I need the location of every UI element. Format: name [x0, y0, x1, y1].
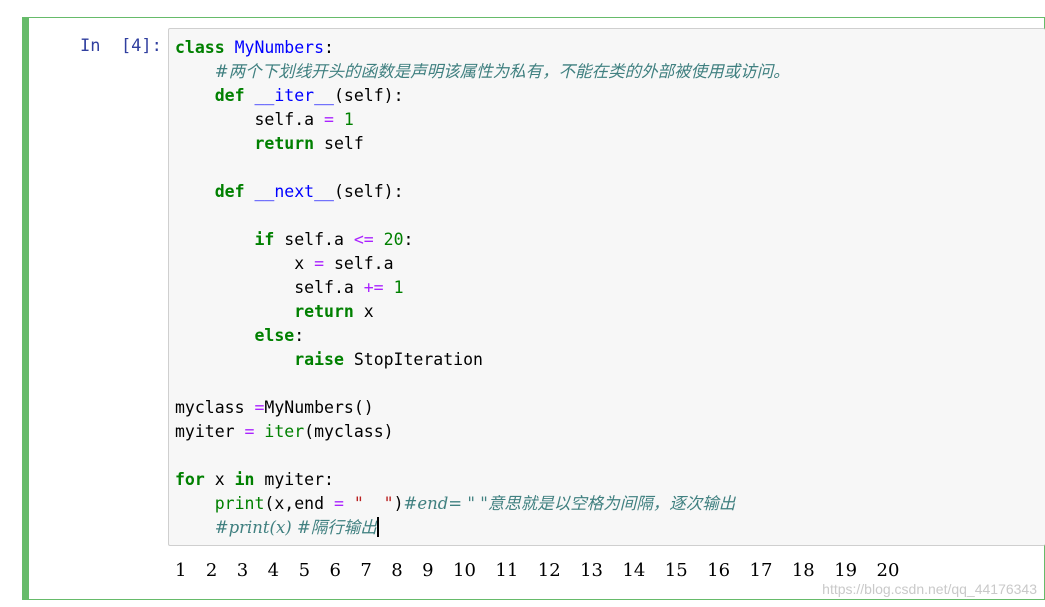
code-token: 1	[393, 278, 404, 297]
code-token: =	[314, 254, 325, 273]
code-token: " "	[353, 494, 394, 513]
code-line: myiter = iter(myclass)	[175, 420, 790, 444]
code-line: self.a += 1	[175, 276, 790, 300]
code-token: (self):	[333, 182, 404, 201]
code-token: StopIteration	[343, 350, 483, 369]
code-token: print	[214, 494, 265, 513]
code-token: self.a	[175, 110, 325, 129]
code-token: MyNumbers	[234, 38, 325, 57]
code-token: :	[403, 230, 414, 249]
code-token: #print(x) #隔行输出	[214, 518, 377, 537]
code-line: return self	[175, 132, 790, 156]
code-line: myclass =MyNumbers()	[175, 396, 790, 420]
code-token: class	[175, 38, 225, 57]
code-token: #两个下划线开头的函数是声明该属性为私有，不能在类的外部被使用或访问。	[214, 62, 790, 81]
code-token: =	[333, 494, 344, 513]
code-token: self.a	[175, 278, 364, 297]
input-prompt: In [4]:	[80, 36, 162, 56]
code-token: =	[254, 398, 265, 417]
code-token: (myclass)	[304, 422, 394, 441]
code-block[interactable]: class MyNumbers: #两个下划线开头的函数是声明该属性为私有，不能…	[175, 36, 790, 540]
text-cursor	[376, 517, 379, 537]
code-line: for x in myiter:	[175, 468, 790, 492]
code-token: )	[393, 494, 404, 513]
code-token: :	[324, 38, 334, 57]
code-line: else:	[175, 324, 790, 348]
code-line: #两个下划线开头的函数是声明该属性为私有，不能在类的外部被使用或访问。	[175, 60, 790, 84]
code-line: raise StopIteration	[175, 348, 790, 372]
code-token: MyNumbers()	[264, 398, 374, 417]
code-token: x	[175, 254, 315, 273]
code-line: class MyNumbers:	[175, 36, 790, 60]
code-token: :	[294, 326, 305, 345]
code-line: print(x,end = " ")#end= " "意思就是以空格为间隔，逐次…	[175, 492, 790, 516]
code-token: iter	[264, 422, 305, 441]
code-token: x	[353, 302, 374, 321]
code-token: self	[314, 134, 364, 153]
code-token: self.a	[324, 254, 394, 273]
code-line: x = self.a	[175, 252, 790, 276]
code-token: =	[324, 110, 334, 129]
watermark: https://blog.csdn.net/qq_44176343	[822, 581, 1037, 597]
code-token: (self):	[333, 86, 404, 105]
code-token: else	[254, 326, 295, 345]
code-token: __iter__	[254, 86, 334, 105]
code-token: return	[294, 302, 354, 321]
code-token: def	[214, 86, 245, 105]
code-token: myiter:	[254, 470, 334, 489]
code-token: <=	[353, 230, 374, 249]
code-token: (x,end	[264, 494, 334, 513]
code-line: #print(x) #隔行输出	[175, 516, 790, 540]
code-token: def	[214, 182, 245, 201]
code-line: if self.a <= 20:	[175, 228, 790, 252]
cell-output: 1 2 3 4 5 6 7 8 9 10 11 12 13 14 15 16 1…	[175, 560, 900, 581]
code-line: def __next__(self):	[175, 180, 790, 204]
code-token: self.a	[274, 230, 354, 249]
code-token: raise	[294, 350, 344, 369]
code-token: +=	[363, 278, 384, 297]
code-line: self.a = 1	[175, 108, 790, 132]
code-token: 1	[343, 110, 354, 129]
code-token: for	[175, 470, 205, 489]
code-token: myiter	[175, 422, 245, 441]
code-token: return	[254, 134, 315, 153]
code-token: 20	[383, 230, 404, 249]
code-line: def __iter__(self):	[175, 84, 790, 108]
code-token: #end= " "意思就是以空格为间隔，逐次输出	[403, 494, 736, 513]
code-token: x	[204, 470, 235, 489]
code-token: =	[244, 422, 255, 441]
code-token: in	[234, 470, 255, 489]
code-token: myclass	[175, 398, 255, 417]
code-line: return x	[175, 300, 790, 324]
code-token: __next__	[254, 182, 334, 201]
code-token: if	[254, 230, 275, 249]
